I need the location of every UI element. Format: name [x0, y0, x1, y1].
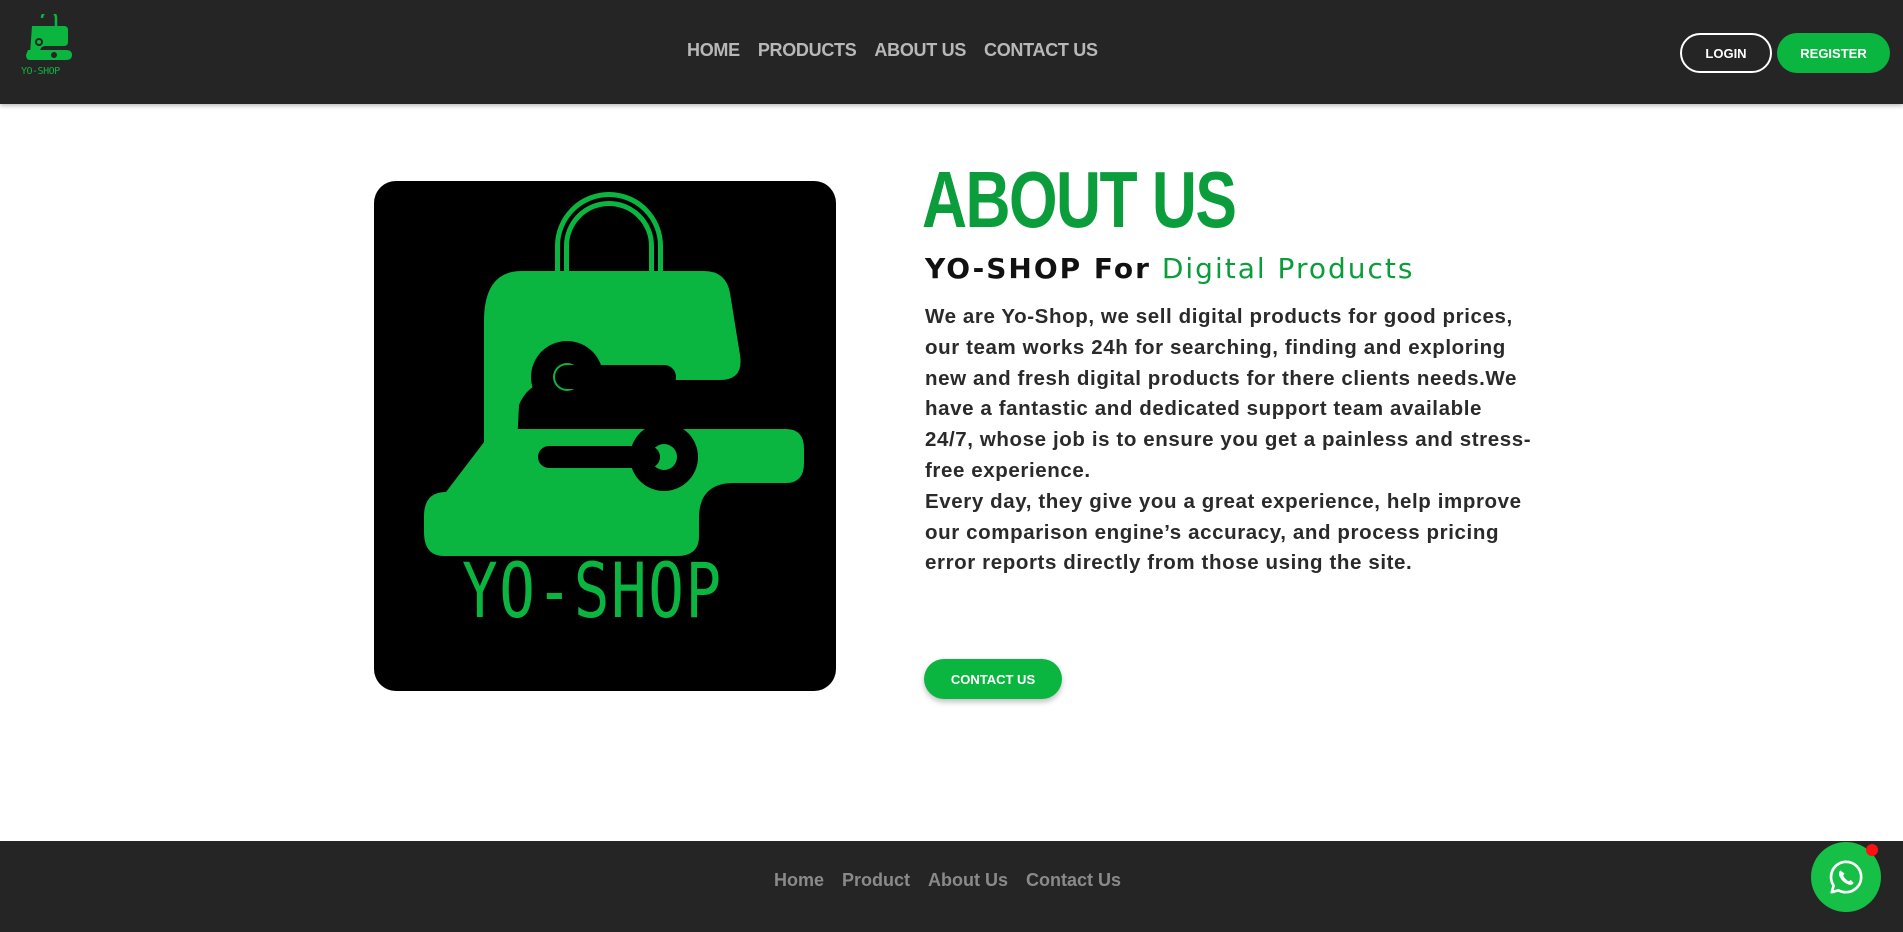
site-header: YO-SHOP HOME PRODUCTS ABOUT US CONTACT U…: [0, 0, 1903, 104]
footer-link-contact-us[interactable]: Contact Us: [1026, 870, 1121, 891]
about-description: We are Yo-Shop, we sell digital products…: [925, 302, 1535, 579]
subtitle-highlight: Digital Products: [1161, 252, 1415, 285]
nav-contact-us[interactable]: CONTACT US: [984, 40, 1098, 61]
nav-about-us[interactable]: ABOUT US: [874, 40, 966, 61]
about-title: ABOUT US: [922, 155, 1237, 244]
about-logo-image: YO-SHOP: [374, 181, 836, 691]
about-logo-text: YO-SHOP: [462, 546, 723, 635]
nav-products[interactable]: PRODUCTS: [758, 40, 857, 61]
site-logo[interactable]: YO-SHOP: [18, 9, 80, 82]
notification-dot: [1866, 844, 1878, 856]
about-paragraph-1: We are Yo-Shop, we sell digital products…: [925, 305, 1532, 482]
footer-link-home[interactable]: Home: [774, 870, 824, 891]
login-button[interactable]: LOGIN: [1680, 33, 1772, 73]
main-nav: HOME PRODUCTS ABOUT US CONTACT US: [687, 40, 1116, 61]
about-subtitle: YO-SHOP For Digital Products: [925, 252, 1414, 285]
footer-link-product[interactable]: Product: [842, 870, 910, 891]
footer-nav: Home Product About Us Contact Us: [774, 870, 1139, 891]
whatsapp-icon: [1829, 860, 1863, 894]
subtitle-brand: YO-SHOP For: [925, 252, 1151, 285]
register-button[interactable]: REGISTER: [1777, 33, 1890, 73]
footer-link-about-us[interactable]: About Us: [928, 870, 1008, 891]
logo-text: YO-SHOP: [21, 66, 60, 77]
about-paragraph-2: Every day, they give you a great experie…: [925, 489, 1522, 575]
nav-home[interactable]: HOME: [687, 40, 740, 61]
contact-us-button[interactable]: CONTACT US: [924, 659, 1062, 699]
site-footer: Home Product About Us Contact Us: [0, 841, 1903, 932]
